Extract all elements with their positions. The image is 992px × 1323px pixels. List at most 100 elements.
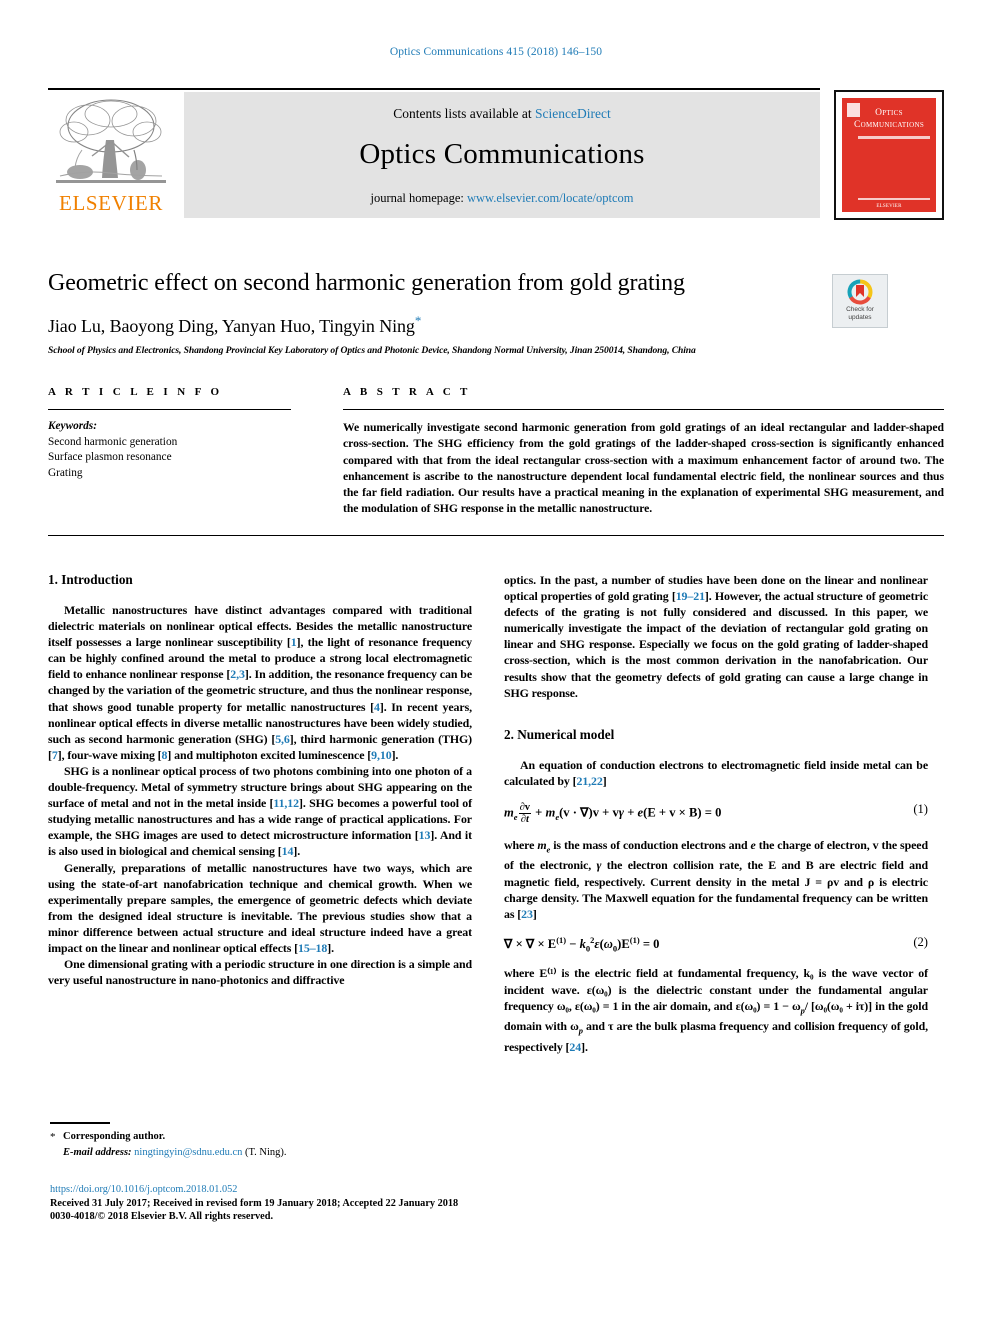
citation-link[interactable]: 15–18 [298,941,327,955]
text-run: is the mass of conduction electrons and [550,837,751,852]
intro-paragraph-4: One dimensional grating with a periodic … [48,957,472,988]
text-run: where [504,837,538,852]
citation-link[interactable]: 23 [521,907,533,921]
page-title: Geometric effect on second harmonic gene… [48,270,685,296]
numerical-paragraph-3: where E⁽¹⁾ is the electric field at fund… [504,966,928,1054]
citation-link[interactable]: 21,22 [576,774,602,788]
contents-prefix: Contents lists available at [393,106,532,121]
text-run: ] [532,906,537,921]
footnote-star-marker: * [50,1131,56,1143]
text-run: ]. However, the actual structure of geom… [504,589,928,700]
equation-2: ∇ × ∇ × E(1) − k02ε(ω0)E(1) = 0 (2) [504,934,928,954]
crossmark-icon [847,279,873,305]
abstract-bottom-rule [48,535,944,536]
crossmark-label-line2: updates [848,313,872,321]
abstract-rule [343,409,944,410]
article-info-column: A R T I C L E I N F O Keywords: Second h… [48,386,291,481]
text-run: ]. [293,844,301,859]
elsevier-tree-icon [56,99,166,183]
text-run: ] and multiphoton excited luminescence [ [167,747,372,762]
intro-paragraph-2: SHG is a nonlinear optical process of tw… [48,763,472,860]
text-run: Generally, preparations of metallic nano… [48,860,472,955]
keyword-item: Grating [48,466,83,479]
corresponding-author-note: Corresponding author. [63,1131,166,1142]
text-run: ]. [327,940,334,955]
equation-1: me ∂v ∂t + me(v · ∇)v + vγ + e(E + v × B) … [504,801,928,825]
crossmark-label-line1: Check for [846,306,874,313]
cover-publisher-name: ELSEVIER [876,204,902,209]
citation-link[interactable]: 9,10 [371,748,392,762]
numerical-paragraph-2: where me is the mass of conduction elect… [504,837,929,921]
keywords-title: Keywords: [48,420,97,432]
cover-art: Optics Communications ELSEVIER [840,96,938,214]
numerical-paragraph-1: An equation of conduction electrons to e… [504,757,928,789]
affiliation: School of Physics and Electronics, Shand… [48,345,696,356]
elsevier-logo: ELSEVIER [50,92,172,218]
homepage-line: journal homepage: www.elsevier.com/locat… [184,191,820,206]
partial-derivative-fraction: ∂v ∂t [518,801,532,825]
journal-banner: Contents lists available at ScienceDirec… [184,92,820,218]
keywords-block: Keywords: Second harmonic generation Sur… [48,419,291,481]
sciencedirect-link[interactable]: ScienceDirect [535,106,611,121]
paper-page: Optics Communications 415 (2018) 146–150 [0,0,992,1323]
text-run: ]. [581,1039,588,1054]
running-head: Optics Communications 415 (2018) 146–150 [389,46,603,58]
email-suffix: (T. Ning). [245,1146,287,1158]
text-run: ], four-wave mixing [ [57,747,162,762]
crossmark-label: Check for updates [833,306,887,321]
email-label: E-mail address: [63,1146,132,1158]
title-block: Geometric effect on second harmonic gene… [48,270,944,356]
left-column: 1. Introduction Metallic nanostructures … [48,572,472,988]
footnote-block: * Corresponding author. E-mail address: … [50,1130,480,1160]
text-run: ] [602,773,607,788]
section-heading-numerical-model: 2. Numerical model [504,726,615,742]
cover-rule-bottom [858,198,930,200]
email-link[interactable]: ningtingyin@sdnu.edu.cn [134,1147,242,1158]
text-run: ]. [391,747,399,762]
contents-line: Contents lists available at ScienceDirec… [184,106,820,122]
citation-link[interactable]: 11,12 [273,796,299,810]
section-heading-introduction: 1. Introduction [48,572,133,587]
right-column: optics. In the past, a number of studies… [504,572,928,1055]
journal-cover-thumbnail: Optics Communications ELSEVIER [834,90,944,220]
doi-link[interactable]: https://doi.org/10.1016/j.optcom.2018.01… [50,1183,570,1197]
crossmark-badge[interactable]: Check for updates [832,274,888,328]
citation-link[interactable]: 24 [569,1040,581,1054]
cover-title-line2: Communications [853,120,925,130]
article-info-heading: A R T I C L E I N F O [48,386,223,398]
text-run: the charge of electron, [755,837,873,852]
homepage-prefix: journal homepage: [370,191,464,205]
journal-masthead: ELSEVIER Contents lists available at Sci… [48,88,944,220]
journal-title: Optics Communications [359,138,645,170]
journal-homepage-link[interactable]: www.elsevier.com/locate/optcom [467,191,634,205]
article-info-rule [48,409,291,410]
footnote-rule [50,1122,110,1124]
intro-paragraph-1: Metallic nanostructures have distinct ad… [48,602,472,763]
citation-link[interactable]: 5,6 [275,732,290,746]
citation-link[interactable]: 2,3 [230,667,245,681]
copyright-line: 0030-4018/© 2018 Elsevier B.V. All right… [50,1211,274,1223]
cover-rule-top [858,136,930,139]
citation-link[interactable]: 19–21 [676,589,705,603]
keyword-item: Surface plasmon resonance [48,451,172,463]
keyword-item: Second harmonic generation [48,435,178,448]
right-paragraph-1: optics. In the past, a number of studies… [504,572,928,701]
masthead-top-rule [48,88,820,90]
author-list: Jiao Lu, Baoyong Ding, Yanyan Huo, Tingy… [48,313,944,337]
publication-footer: https://doi.org/10.1016/j.optcom.2018.01… [50,1183,570,1224]
citation-link[interactable]: 14 [282,844,294,858]
text-run: An equation of conduction electrons to e… [504,757,928,788]
equation-2-number: (2) [913,934,928,949]
citation-link[interactable]: 13 [419,828,431,842]
author-names: Jiao Lu, Baoyong Ding, Yanyan Huo, Tingy… [48,316,415,336]
cover-title-line1: Optics [875,108,903,118]
equation-1-number: (1) [913,801,928,816]
abstract-heading: A B S T R A C T [343,386,471,398]
abstract-text: We numerically investigate second harmon… [343,421,944,516]
received-dates: Received 31 July 2017; Received in revis… [50,1197,459,1209]
email-line: E-mail address: ningtingyin@sdnu.edu.cn … [63,1146,480,1161]
abstract-column: A B S T R A C T We numerically investiga… [343,386,944,518]
corresponding-author-marker: * [414,313,422,328]
elsevier-wordmark: ELSEVIER [59,191,163,215]
intro-paragraph-3: Generally, preparations of metallic nano… [48,860,472,957]
